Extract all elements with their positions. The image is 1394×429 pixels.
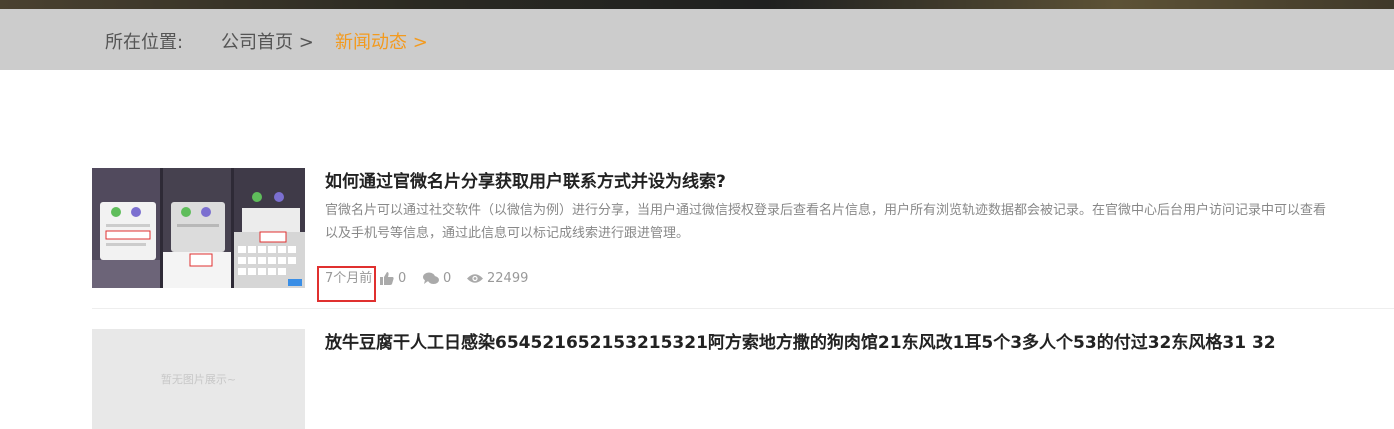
article-thumbnail-placeholder[interactable]: 暂无图片展示~ [92, 329, 305, 429]
like-count: 0 [398, 271, 407, 286]
article-summary: 官微名片可以通过社交软件（以微信为例）进行分享，当用户通过微信授权登录后查看名片… [325, 199, 1394, 245]
summary-line: 官微名片可以通过社交软件（以微信为例）进行分享，当用户通过微信授权登录后查看名片… [325, 203, 1327, 218]
top-banner [0, 0, 1394, 9]
like-counter[interactable]: 0 [380, 270, 406, 288]
view-count: 22499 [487, 271, 529, 286]
comment-counter[interactable]: 0 [423, 270, 451, 288]
summary-line: 以及手机号等信息，通过此信息可以标记成线索进行跟进管理。 [325, 226, 690, 241]
no-image-text: 暂无图片展示~ [160, 373, 237, 386]
breadcrumb-home-link[interactable]: 公司首页 > [221, 31, 314, 55]
article-title-link[interactable]: 如何通过官微名片分享获取用户联系方式并设为线索? [325, 171, 726, 193]
breadcrumb-prefix: 所在位置: [105, 32, 184, 53]
thumbs-up-icon [380, 272, 394, 285]
article-divider [92, 308, 1394, 309]
highlight-annotation-box [317, 266, 376, 302]
breadcrumb-current-link[interactable]: 新闻动态 > [335, 31, 428, 55]
article-thumbnail[interactable] [92, 168, 305, 288]
eye-icon [467, 274, 483, 283]
comment-count: 0 [443, 271, 452, 286]
article-title-link[interactable]: 放牛豆腐干人工日感染654521652153215321阿方索地方撒的狗肉馆21… [325, 332, 1276, 354]
breadcrumb [0, 9, 1394, 70]
view-counter: 22499 [467, 270, 528, 288]
thumbnail-screenshot-image [92, 168, 305, 288]
comments-icon [423, 272, 439, 284]
